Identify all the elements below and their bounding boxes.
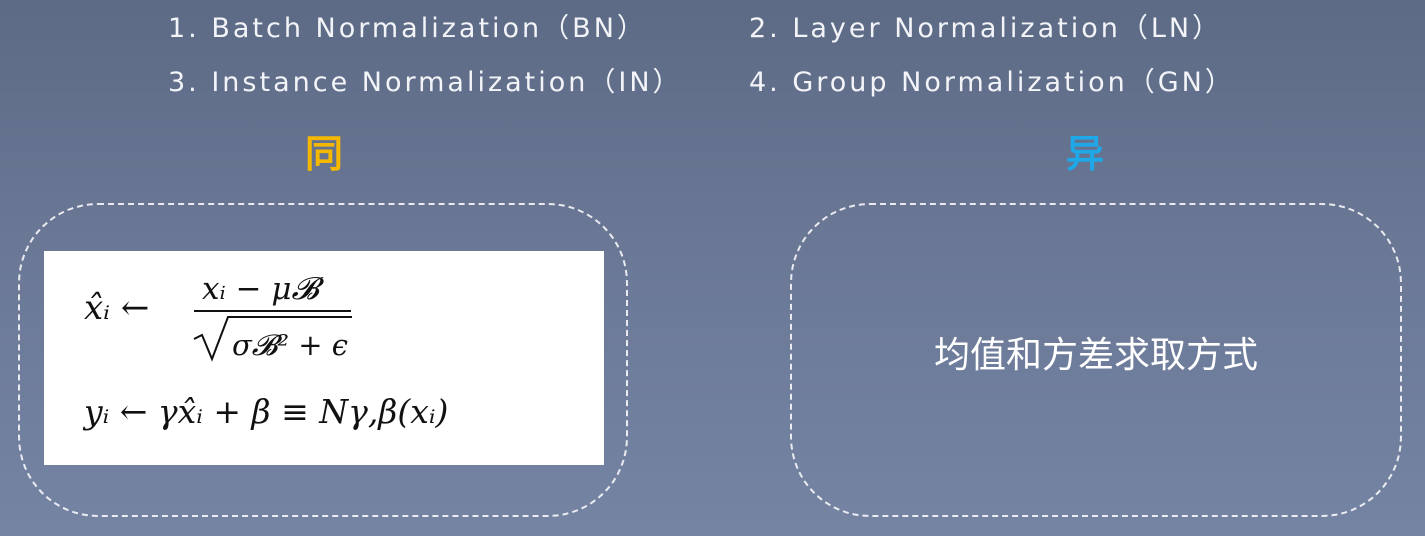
method-layer-norm: 2. Layer Normalization（LN） [749, 13, 1223, 44]
formula-denominator: σ𝓑² + ϵ [232, 328, 348, 362]
formula-line-2: yᵢ ← γx̂ᵢ + β ≡ Nγ,β(xᵢ) [82, 392, 448, 431]
formula-line-1: x̂ᵢ ← xᵢ − μ𝓑 σ𝓑² + ϵ [84, 271, 352, 362]
formula-numerator: xᵢ − μ𝓑 [202, 271, 325, 307]
method-instance-norm: 3. Instance Normalization（IN） [168, 67, 683, 98]
formula-xhat-lhs: x̂ᵢ ← [84, 288, 149, 328]
formula-output: yᵢ ← γx̂ᵢ + β ≡ Nγ,β(xᵢ) [82, 392, 448, 431]
method-group-norm: 4. Group Normalization（GN） [749, 67, 1235, 98]
different-description: 均值和方差求取方式 [933, 335, 1258, 376]
batch-norm-formula: x̂ᵢ ← xᵢ − μ𝓑 σ𝓑² + ϵ yᵢ ← γx̂ᵢ + β ≡ Nγ… [44, 251, 604, 465]
different-heading: 异 [1066, 132, 1105, 176]
same-heading: 同 [305, 132, 344, 176]
method-batch-norm: 1. Batch Normalization（BN） [168, 13, 647, 44]
